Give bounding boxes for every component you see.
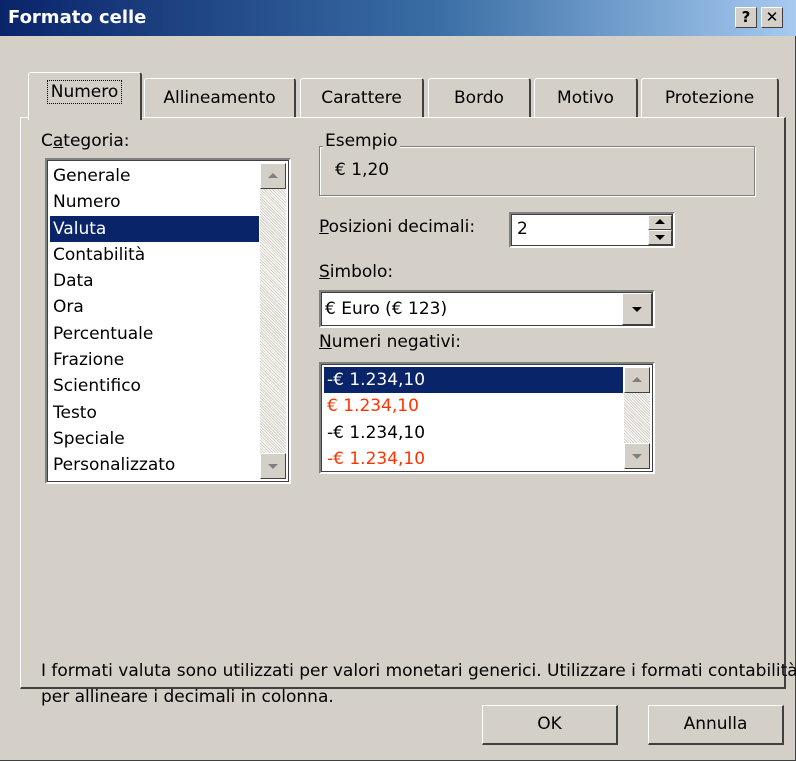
category-item[interactable]: Speciale xyxy=(50,426,259,452)
decimals-label: Posizioni decimali: xyxy=(319,217,476,237)
category-item[interactable]: Ora xyxy=(50,294,259,320)
scroll-down-button[interactable] xyxy=(624,443,650,469)
decimals-stepper[interactable]: 2 xyxy=(509,212,675,248)
negatives-items: -€ 1.234,10 € 1.234,10 -€ 1.234,10 -€ 1.234… xyxy=(324,367,623,472)
negative-format-item[interactable]: -€ 1.234,10 xyxy=(324,420,623,446)
category-item[interactable]: Frazione xyxy=(50,347,259,373)
chevron-up-icon xyxy=(655,219,665,224)
sample-title: Esempio xyxy=(323,131,400,151)
chevron-up-icon xyxy=(632,377,642,382)
decimals-down-button[interactable] xyxy=(648,230,672,245)
negatives-label: Numeri negativi: xyxy=(319,332,461,352)
close-button[interactable]: ✕ xyxy=(761,7,783,28)
chevron-down-icon xyxy=(655,235,665,240)
category-item[interactable]: Generale xyxy=(50,163,259,189)
symbol-select[interactable]: € Euro (€ 123) xyxy=(319,290,655,328)
ok-button[interactable]: OK xyxy=(482,705,618,745)
symbol-label: Simbolo: xyxy=(319,262,394,282)
chevron-down-icon xyxy=(632,454,642,459)
format-description: I formati valuta sono utilizzati per val… xyxy=(41,661,796,707)
negative-format-item[interactable]: -€ 1.234,10 xyxy=(324,446,623,472)
window-title: Formato celle xyxy=(8,7,147,28)
format-cells-dialog: Formato celle ? ✕ Numero Allineamento Ca… xyxy=(0,0,796,761)
tab-label: Numero xyxy=(46,80,123,104)
decimals-value: 2 xyxy=(517,219,528,239)
decimals-up-button[interactable] xyxy=(648,215,672,230)
scroll-up-button[interactable] xyxy=(624,367,650,393)
category-item[interactable]: Data xyxy=(50,268,259,294)
tab-carattere[interactable]: Carattere xyxy=(300,78,424,118)
scroll-down-button[interactable] xyxy=(260,453,286,479)
category-list[interactable]: Generale Numero Valuta Contabilità Data Ora Pe… xyxy=(45,158,291,484)
tab-panel: Categoria: Generale Numero Valuta Contabili… xyxy=(20,117,796,707)
category-item[interactable]: Numero xyxy=(50,189,259,215)
chevron-up-icon xyxy=(268,173,278,178)
tab-allineamento[interactable]: Allineamento xyxy=(144,78,296,118)
category-item[interactable]: Contabilità xyxy=(50,242,259,268)
tab-bordo[interactable]: Bordo xyxy=(428,78,531,118)
category-scrollbar[interactable] xyxy=(260,163,286,479)
chevron-down-icon xyxy=(632,307,642,312)
cancel-button[interactable]: Annulla xyxy=(648,705,784,745)
help-button[interactable]: ? xyxy=(735,7,757,28)
negative-format-item[interactable]: -€ 1.234,10 xyxy=(324,367,623,394)
negatives-scrollbar[interactable] xyxy=(624,367,650,469)
category-item[interactable]: Scientifico xyxy=(50,373,259,399)
category-item[interactable]: Valuta xyxy=(50,215,259,242)
symbol-dropdown-button[interactable] xyxy=(622,293,652,325)
tab-motivo[interactable]: Motivo xyxy=(534,78,638,118)
category-label: Categoria: xyxy=(41,131,130,151)
sample-value: € 1,20 xyxy=(335,160,390,180)
title-bar[interactable]: Formato celle ? ✕ xyxy=(0,0,796,36)
scroll-up-button[interactable] xyxy=(260,163,286,189)
symbol-value: € Euro (€ 123) xyxy=(325,299,448,319)
tab-numero[interactable]: Numero xyxy=(28,72,142,120)
chevron-down-icon xyxy=(268,464,278,469)
category-item[interactable]: Percentuale xyxy=(50,321,259,347)
negative-format-item[interactable]: € 1.234,10 xyxy=(324,393,623,419)
category-item[interactable]: Personalizzato xyxy=(50,452,259,478)
tab-protezione[interactable]: Protezione xyxy=(641,78,779,118)
category-item[interactable]: Testo xyxy=(50,400,259,426)
category-items: Generale Numero Valuta Contabilità Data Ora Pe… xyxy=(50,163,259,479)
negatives-list[interactable]: -€ 1.234,10 € 1.234,10 -€ 1.234,10 -€ 1.234… xyxy=(319,362,655,474)
